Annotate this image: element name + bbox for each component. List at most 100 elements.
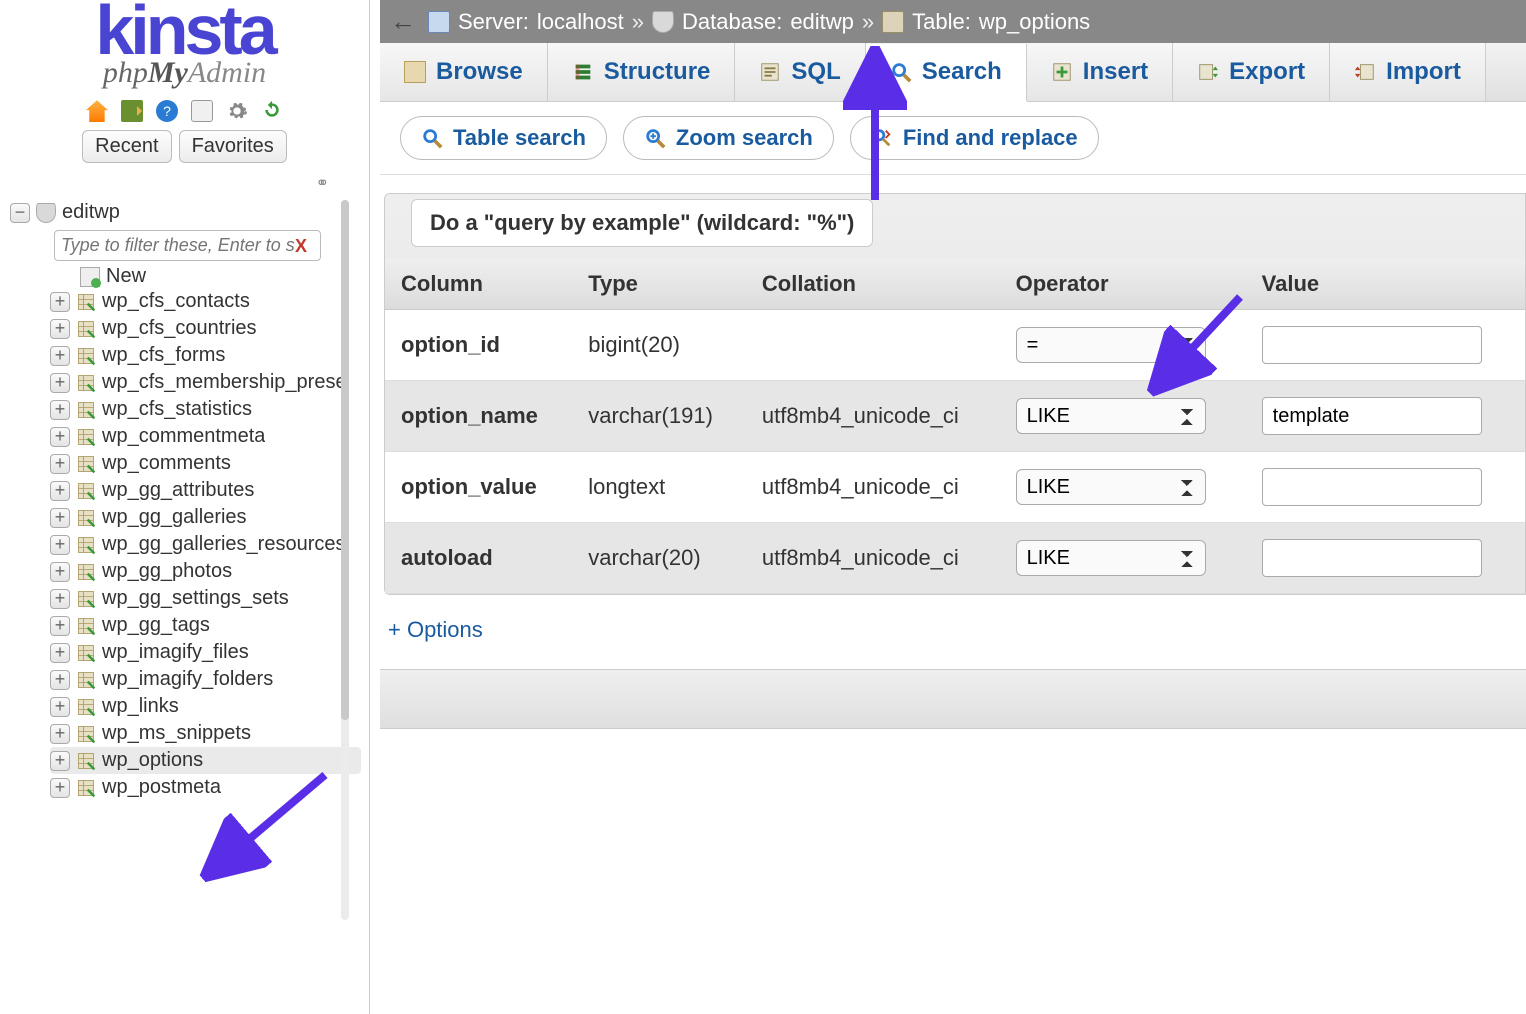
cell-value [1246,452,1525,523]
expand-icon[interactable] [50,508,70,528]
tab-import[interactable]: Import [1330,43,1486,101]
cell-operator: LIKE [1000,452,1246,523]
expand-icon[interactable] [50,724,70,744]
tab-insert[interactable]: Insert [1027,43,1173,101]
db-node[interactable]: editwp [10,199,361,226]
table-row-wp-cfs-countries[interactable]: wp_cfs_countries [50,315,361,342]
value-input[interactable] [1262,539,1482,577]
table-row-wp-cfs-forms[interactable]: wp_cfs_forms [50,342,361,369]
table-row-wp-imagify-files[interactable]: wp_imagify_files [50,639,361,666]
tab-label: Export [1229,58,1305,86]
options-link[interactable]: + Options [380,595,1526,661]
logout-icon[interactable] [121,100,143,122]
database-icon [652,11,674,33]
table-row-wp-links[interactable]: wp_links [50,693,361,720]
table-row-wp-cfs-statistics[interactable]: wp_cfs_statistics [50,396,361,423]
home-icon[interactable] [86,100,108,122]
table-label: wp_comments [102,452,231,475]
subtab-zoom-search[interactable]: Zoom search [623,116,834,160]
cell-operator: LIKE [1000,523,1246,594]
expand-icon[interactable] [50,589,70,609]
tab-sql[interactable]: SQL [735,43,865,101]
bc-database-value[interactable]: editwp [790,9,854,35]
expand-icon[interactable] [50,373,70,393]
table-row-wp-gg-photos[interactable]: wp_gg_photos [50,558,361,585]
reload-icon[interactable] [261,100,283,122]
table-row-wp-comments[interactable]: wp_comments [50,450,361,477]
settings-icon[interactable] [226,100,248,122]
expand-icon[interactable] [50,778,70,798]
expand-icon[interactable] [50,535,70,555]
expand-icon[interactable] [50,346,70,366]
table-row-wp-gg-settings-sets[interactable]: wp_gg_settings_sets [50,585,361,612]
table-row-wp-ms-snippets[interactable]: wp_ms_snippets [50,720,361,747]
expand-icon[interactable] [50,400,70,420]
export-icon [1197,61,1219,83]
value-input[interactable] [1262,468,1482,506]
table-row-wp-cfs-membership-prese[interactable]: wp_cfs_membership_prese [50,369,361,396]
expand-icon[interactable] [50,562,70,582]
tab-label: Browse [436,58,523,86]
link-icon[interactable]: ⚭ [0,173,369,193]
find-replace-icon [871,127,893,149]
bc-sep: » [632,9,644,35]
db-tree: editwp X New wp_cfs_contactswp_cfs_count… [0,193,369,801]
table-icon [76,373,96,393]
table-row-wp-postmeta[interactable]: wp_postmeta [50,774,361,801]
operator-select[interactable]: LIKE [1016,398,1206,434]
expand-icon[interactable] [50,427,70,447]
bc-table-value[interactable]: wp_options [979,9,1090,35]
tab-export[interactable]: Export [1173,43,1330,101]
tab-search[interactable]: Search [866,44,1027,102]
back-icon[interactable]: ← [390,6,416,37]
expand-icon[interactable] [50,643,70,663]
sublogo-mid: My [148,56,188,89]
th-column: Column [385,259,572,310]
insert-icon [1051,61,1073,83]
table-row-wp-gg-galleries-resources[interactable]: wp_gg_galleries_resources [50,531,361,558]
subtab-find-replace[interactable]: Find and replace [850,116,1099,160]
expand-icon[interactable] [50,697,70,717]
db-label[interactable]: editwp [62,201,120,224]
help-icon[interactable]: ? [156,100,178,122]
favorites-button[interactable]: Favorites [179,130,287,163]
operator-select[interactable]: = [1016,327,1206,363]
tab-structure[interactable]: Structure [548,43,736,101]
table-row-wp-cfs-contacts[interactable]: wp_cfs_contacts [50,288,361,315]
table-row-wp-gg-galleries[interactable]: wp_gg_galleries [50,504,361,531]
collapse-icon[interactable] [10,203,30,223]
cell-collation: utf8mb4_unicode_ci [746,381,1000,452]
filter-input[interactable] [54,230,321,261]
expand-icon[interactable] [50,616,70,636]
expand-icon[interactable] [50,292,70,312]
search-icon [890,61,912,83]
bc-server-value[interactable]: localhost [537,9,624,35]
expand-icon[interactable] [50,454,70,474]
new-table-icon [80,267,100,287]
cell-collation: utf8mb4_unicode_ci [746,452,1000,523]
bc-database-label: Database: [682,9,782,35]
expand-icon[interactable] [50,751,70,771]
operator-select[interactable]: LIKE [1016,469,1206,505]
value-input[interactable] [1262,397,1482,435]
expand-icon[interactable] [50,481,70,501]
cell-type: varchar(191) [572,381,746,452]
sidebar-scrollbar[interactable] [341,200,349,920]
tab-browse[interactable]: Browse [380,43,548,101]
table-row-wp-imagify-folders[interactable]: wp_imagify_folders [50,666,361,693]
operator-select[interactable]: LIKE [1016,540,1206,576]
table-row-wp-commentmeta[interactable]: wp_commentmeta [50,423,361,450]
new-table-row[interactable]: New [10,265,361,288]
clear-filter-icon[interactable]: X [295,236,307,257]
th-operator: Operator [1000,259,1246,310]
expand-icon[interactable] [50,319,70,339]
expand-icon[interactable] [50,670,70,690]
value-input[interactable] [1262,326,1482,364]
docs-icon[interactable] [191,100,213,122]
recent-button[interactable]: Recent [82,130,171,163]
table-row-wp-gg-tags[interactable]: wp_gg_tags [50,612,361,639]
main-panel: ← Server: localhost » Database: editwp »… [380,0,1526,1014]
table-row-wp-gg-attributes[interactable]: wp_gg_attributes [50,477,361,504]
table-row-wp-options[interactable]: wp_options [50,747,361,774]
subtab-table-search[interactable]: Table search [400,116,607,160]
